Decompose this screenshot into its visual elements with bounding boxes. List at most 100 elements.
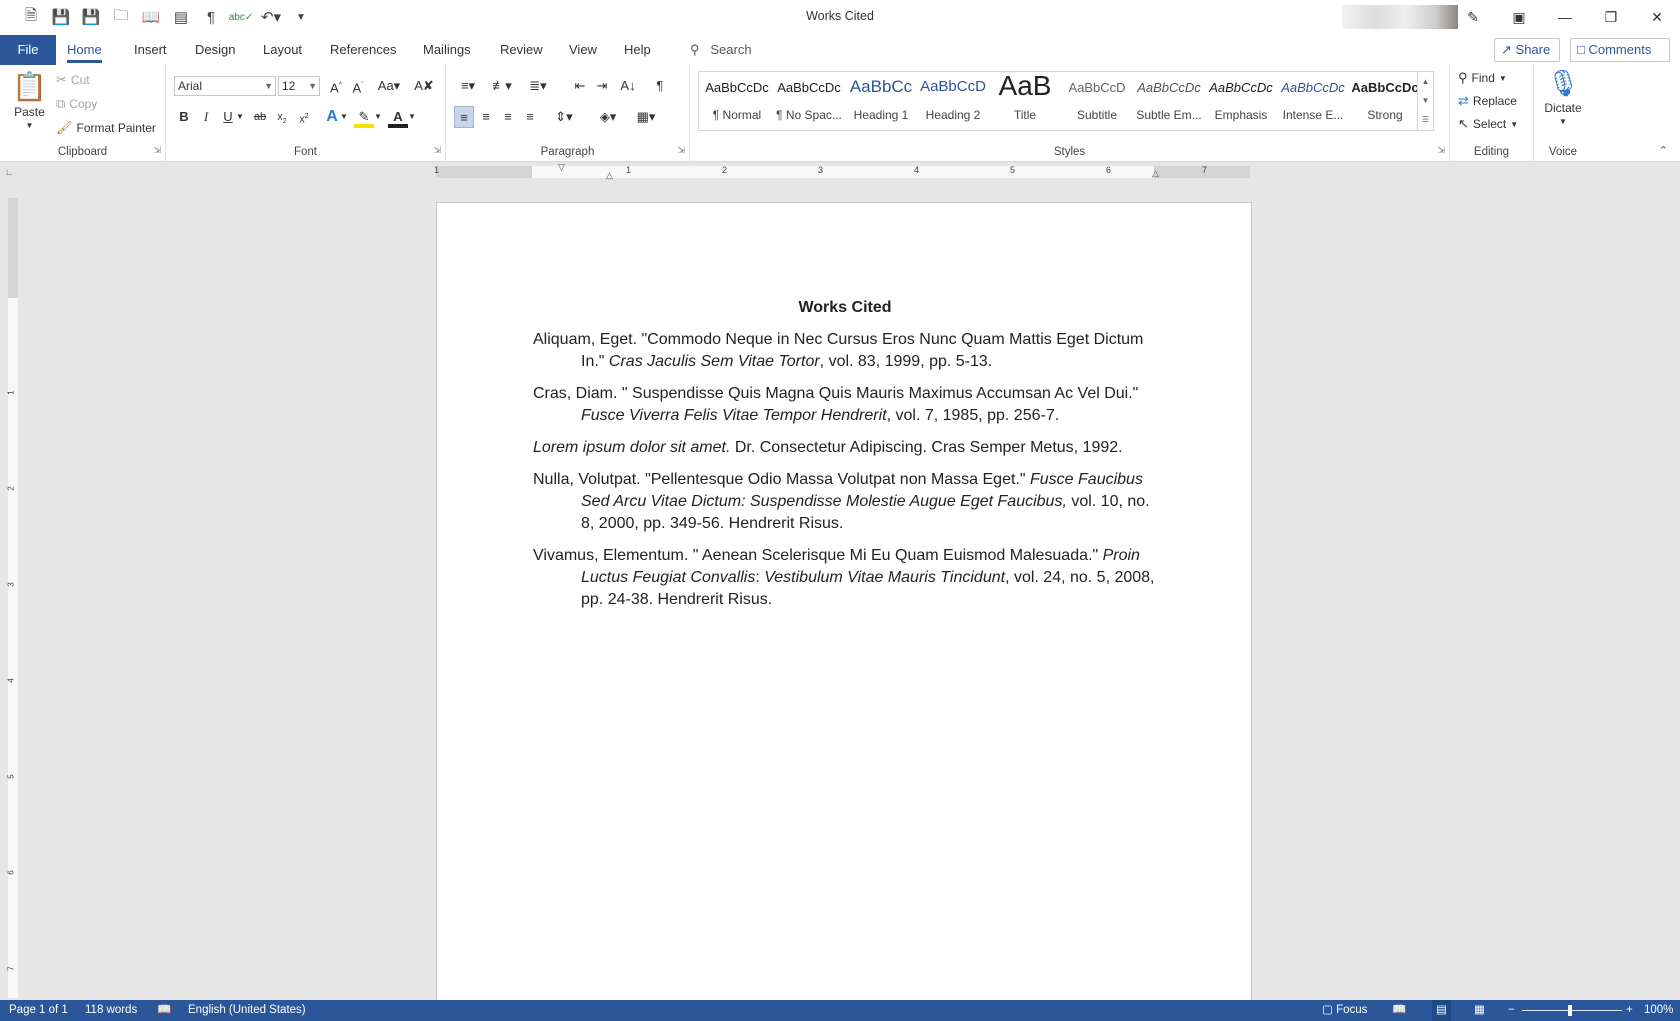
zoom-level[interactable]: 100% <box>1644 1000 1673 1021</box>
increase-indent-icon[interactable]: ⇥ <box>592 75 612 97</box>
tab-selector-icon[interactable]: ∟ <box>5 167 19 179</box>
style-heading-1[interactable]: AaBbCc Heading 1 <box>845 72 917 130</box>
subscript-icon[interactable]: x2 <box>272 106 292 128</box>
minimize-button[interactable]: — <box>1542 0 1588 34</box>
justify-icon[interactable]: ≡ <box>520 106 540 128</box>
paste-button[interactable]: 📋 Paste ▼ <box>12 70 47 130</box>
align-left-icon[interactable]: ≡ <box>454 106 474 128</box>
font-size-select[interactable]: 12 ▼ <box>278 76 320 96</box>
pilcrow-icon[interactable]: ¶ <box>198 6 224 28</box>
tab-home[interactable]: Home <box>67 34 102 66</box>
numbering-icon[interactable]: ≢▾ <box>486 75 518 97</box>
line-spacing-icon[interactable]: ⇕▾ <box>548 106 580 128</box>
dialog-launcher-icon[interactable]: ⇲ <box>153 145 161 156</box>
search-box[interactable]: ⚲ Search <box>690 34 752 66</box>
dialog-launcher-icon[interactable]: ⇲ <box>1437 145 1445 156</box>
grow-font-icon[interactable]: A^ <box>326 75 346 97</box>
shrink-font-icon[interactable]: Aˇ <box>348 75 368 97</box>
styles-scrollbar[interactable]: ▲ ▼ ☰ <box>1417 72 1433 130</box>
table-icon[interactable]: ▤ <box>168 6 194 28</box>
undo-icon[interactable]: ↶▾ <box>258 6 284 28</box>
style-heading-2[interactable]: AaBbCcD Heading 2 <box>917 72 989 130</box>
clear-formatting-icon[interactable]: A✘ <box>414 75 434 97</box>
tab-insert[interactable]: Insert <box>134 34 167 66</box>
tab-file[interactable]: File <box>0 35 56 65</box>
bullets-icon[interactable]: ≡▾ <box>454 75 482 97</box>
document-body[interactable]: Works Cited Aliquam, Eget. "Commodo Nequ… <box>533 299 1157 621</box>
focus-button[interactable]: ▢ Focus <box>1322 1000 1367 1021</box>
strikethrough-icon[interactable]: ab <box>250 106 270 128</box>
account-avatar[interactable] <box>1342 5 1458 29</box>
style-no-spacing[interactable]: AaBbCcDc ¶ No Spac... <box>773 72 845 130</box>
find-button[interactable]: ⚲ Find ▼ <box>1458 70 1507 86</box>
chevron-down-icon[interactable]: ▼ <box>372 106 384 128</box>
superscript-icon[interactable]: x2 <box>294 106 314 128</box>
print-layout-view-icon[interactable]: ▤ <box>1432 1000 1451 1021</box>
style-subtitle[interactable]: AaBbCcD Subtitle <box>1061 72 1133 130</box>
chevron-down-icon[interactable]: ▼ <box>406 106 418 128</box>
bold-icon[interactable]: B <box>174 106 194 128</box>
tab-layout[interactable]: Layout <box>263 34 302 66</box>
change-case-icon[interactable]: Aa▾ <box>374 75 404 97</box>
language-indicator[interactable]: English (United States) <box>188 1000 306 1021</box>
font-color-icon[interactable]: A <box>388 106 408 128</box>
highlight-icon[interactable]: ✎ <box>354 106 374 128</box>
format-painter-button[interactable]: 🖌 Format Painter <box>56 120 156 136</box>
zoom-slider-thumb[interactable] <box>1568 1005 1572 1016</box>
tab-mailings[interactable]: Mailings <box>423 34 471 66</box>
more-styles-icon[interactable]: ☰ <box>1418 110 1433 129</box>
new-document-icon[interactable]: 🗎 <box>18 6 44 28</box>
multilevel-list-icon[interactable]: ≣▾ <box>522 75 554 97</box>
style-normal[interactable]: AaBbCcDc ¶ Normal <box>701 72 773 130</box>
vertical-ruler[interactable]: 1 2 3 4 5 6 7 <box>7 198 18 998</box>
chevron-down-icon[interactable]: ▼ <box>338 106 350 128</box>
save-as-icon[interactable]: 💾 <box>78 6 104 28</box>
tab-references[interactable]: References <box>330 34 396 66</box>
read-mode-icon[interactable]: 📖 <box>1392 1000 1406 1021</box>
tab-review[interactable]: Review <box>500 34 543 66</box>
style-subtle-emphasis[interactable]: AaBbCcDc Subtle Em... <box>1133 72 1205 130</box>
style-emphasis[interactable]: AaBbCcDc Emphasis <box>1205 72 1277 130</box>
zoom-out-button[interactable]: − <box>1508 1000 1515 1021</box>
zoom-slider[interactable] <box>1522 1010 1622 1011</box>
save-icon[interactable]: 💾 <box>48 6 74 28</box>
open-icon[interactable]: 🗀 <box>108 6 134 28</box>
document-page[interactable]: Works Cited Aliquam, Eget. "Commodo Nequ… <box>436 202 1252 1002</box>
comments-button[interactable]: □ Comments <box>1570 38 1670 62</box>
collapse-ribbon-icon[interactable]: ⌃ <box>1659 144 1668 157</box>
select-button[interactable]: ↖ Select ▼ <box>1458 116 1518 132</box>
dialog-launcher-icon[interactable]: ⇲ <box>677 145 685 156</box>
shading-icon[interactable]: ◈▾ <box>592 106 624 128</box>
first-line-indent-marker[interactable]: ▽ <box>558 162 565 173</box>
print-layout-icon[interactable]: 📖 <box>138 6 164 28</box>
close-button[interactable]: ✕ <box>1634 0 1680 34</box>
show-formatting-marks-icon[interactable]: ¶ <box>650 75 670 97</box>
align-center-icon[interactable]: ≡ <box>476 106 496 128</box>
page-count[interactable]: Page 1 of 1 <box>9 1000 68 1021</box>
web-layout-icon[interactable]: ▦ <box>1474 1000 1485 1021</box>
restore-button[interactable]: ❐ <box>1588 0 1634 34</box>
dialog-launcher-icon[interactable]: ⇲ <box>433 145 441 156</box>
customize-qat-icon[interactable]: ▼ <box>288 6 314 28</box>
hanging-indent-marker[interactable]: △ <box>606 170 613 181</box>
chevron-down-icon[interactable]: ▼ <box>234 106 246 128</box>
ribbon-display-options-icon[interactable]: ▣ <box>1496 0 1542 34</box>
tab-help[interactable]: Help <box>624 34 651 66</box>
style-strong[interactable]: AaBbCcDc Strong <box>1349 72 1421 130</box>
decrease-indent-icon[interactable]: ⇤ <box>570 75 590 97</box>
pen-icon[interactable]: ✎ <box>1450 0 1496 34</box>
word-count[interactable]: 118 words <box>85 1000 137 1021</box>
tab-view[interactable]: View <box>569 34 597 66</box>
borders-icon[interactable]: ▦▾ <box>630 106 662 128</box>
right-indent-marker[interactable]: △ <box>1152 168 1159 179</box>
copy-button[interactable]: ⧉ Copy <box>56 96 97 112</box>
horizontal-ruler[interactable]: 1 1 2 3 4 5 6 7 ▽ △ △ <box>434 162 1250 181</box>
spelling-icon[interactable]: abc✓ <box>228 6 254 28</box>
chevron-down-icon[interactable]: ▼ <box>1418 91 1433 110</box>
chevron-up-icon[interactable]: ▲ <box>1418 72 1433 91</box>
font-family-select[interactable]: Arial ▼ <box>174 76 276 96</box>
align-right-icon[interactable]: ≡ <box>498 106 518 128</box>
style-title[interactable]: AaB Title <box>989 70 1061 130</box>
italic-icon[interactable]: I <box>196 106 216 128</box>
style-intense-emphasis[interactable]: AaBbCcDc Intense E... <box>1277 72 1349 130</box>
